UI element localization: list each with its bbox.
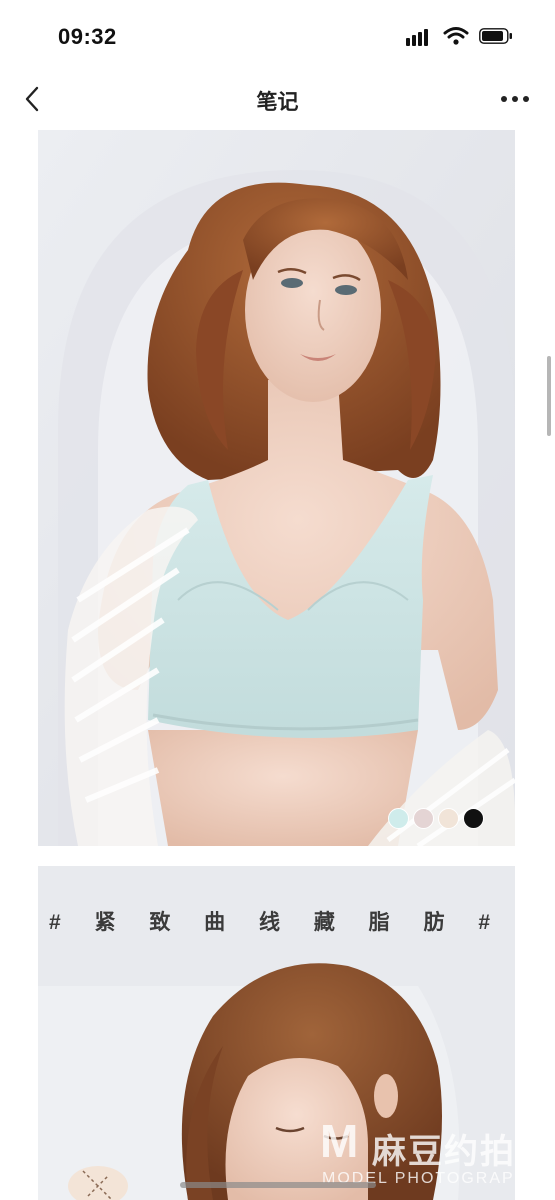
watermark-text: 麻豆约拍 [372,1133,516,1171]
page-title: 笔记 [256,91,299,114]
watermark-logo: M [320,1115,359,1167]
swatch-black [463,808,484,829]
swatch-nude [438,808,459,829]
more-button[interactable] [497,86,533,112]
scrollbar[interactable] [547,356,551,436]
battery-icon [479,28,512,44]
home-indicator[interactable] [180,1182,376,1188]
tagline-text: # 紧 致 曲 线 藏 脂 肪 # [48,911,505,934]
swatch-pink [413,808,434,829]
color-swatches [388,808,484,829]
nav-bar: 笔记 [0,70,555,128]
signal-icon [406,28,432,46]
model-photo-1 [38,130,515,846]
wifi-icon [443,27,469,45]
status-time: 09:32 [58,24,117,49]
post-image-1[interactable] [38,130,515,846]
more-icon [501,96,529,102]
status-bar: 09:32 [0,0,555,70]
swatch-mint [388,808,409,829]
